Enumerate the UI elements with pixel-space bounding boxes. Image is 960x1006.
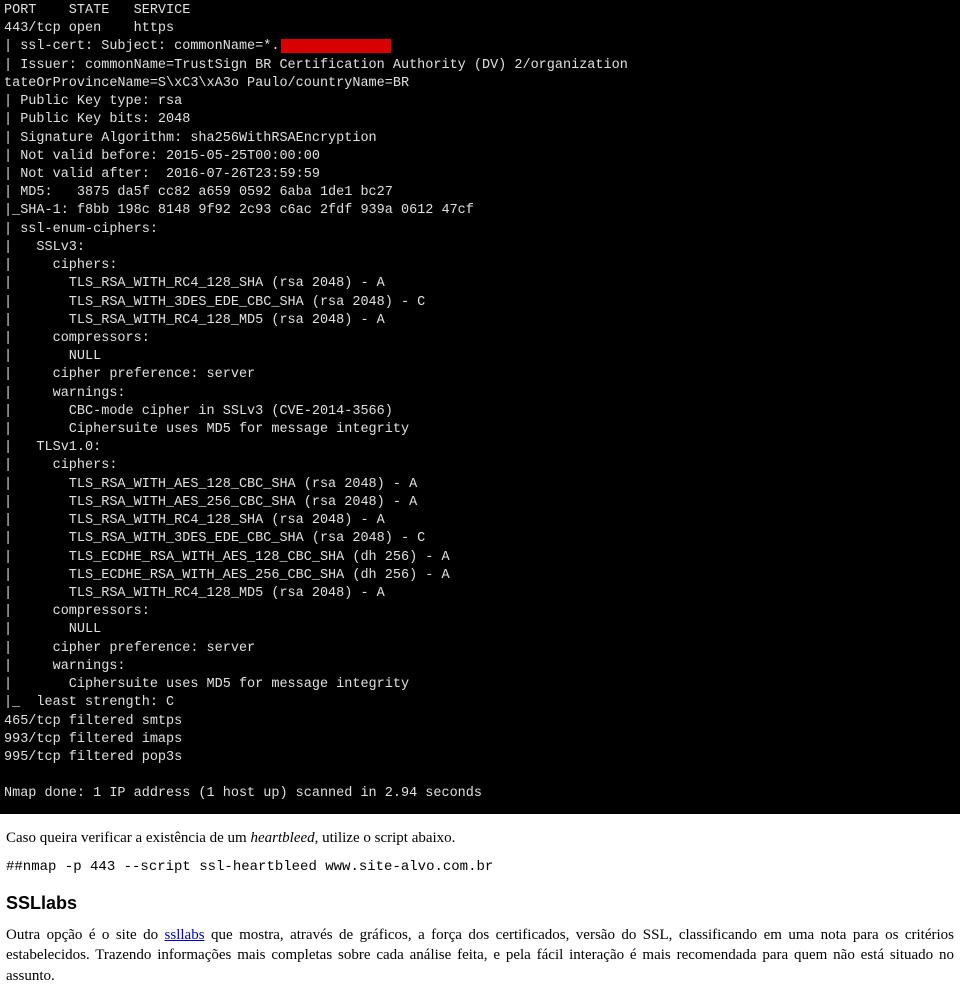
terminal-line: 465/tcp filtered smtps [4,713,956,731]
ssllabs-paragraph: Outra opção é o site do ssllabs que most… [6,925,954,986]
terminal-line: | NULL [4,348,956,366]
terminal-line: | TLS_RSA_WITH_AES_128_CBC_SHA (rsa 2048… [4,476,956,494]
nmap-command: ##nmap -p 443 --script ssl-heartbleed ww… [6,858,954,877]
terminal-line: | cipher preference: server [4,366,956,384]
terminal-line: | Ciphersuite uses MD5 for message integ… [4,676,956,694]
terminal-line: | TLS_ECDHE_RSA_WITH_AES_128_CBC_SHA (dh… [4,549,956,567]
ssllabs-link[interactable]: ssllabs [165,927,205,943]
terminal-line: | ssl-enum-ciphers: [4,221,956,239]
terminal-line: | compressors: [4,603,956,621]
terminal-line [4,767,956,785]
intro-italic: heartbleed, [250,830,318,846]
terminal-line: | ciphers: [4,257,956,275]
terminal-line: | warnings: [4,658,956,676]
terminal-line: | compressors: [4,330,956,348]
terminal-line: Nmap done: 1 IP address (1 host up) scan… [4,785,956,803]
terminal-line: | TLS_RSA_WITH_RC4_128_MD5 (rsa 2048) - … [4,585,956,603]
terminal-output: PORT STATE SERVICE443/tcp open https| ss… [0,0,960,814]
terminal-line: | TLSv1.0: [4,439,956,457]
terminal-line: tateOrProvinceName=S\xC3\xA3o Paulo/coun… [4,75,956,93]
terminal-line: | TLS_RSA_WITH_AES_256_CBC_SHA (rsa 2048… [4,494,956,512]
terminal-line: | SSLv3: [4,239,956,257]
terminal-line: | Not valid before: 2015-05-25T00:00:00 [4,148,956,166]
terminal-line: |_ least strength: C [4,694,956,712]
terminal-line: PORT STATE SERVICE [4,2,956,20]
ssllabs-heading: SSLlabs [6,891,954,915]
terminal-line: | TLS_RSA_WITH_RC4_128_SHA (rsa 2048) - … [4,275,956,293]
terminal-line: 995/tcp filtered pop3s [4,749,956,767]
terminal-line: | Issuer: commonName=TrustSign BR Certif… [4,57,956,75]
terminal-line: | Not valid after: 2016-07-26T23:59:59 [4,166,956,184]
terminal-line: 993/tcp filtered imaps [4,731,956,749]
terminal-line: |_SHA-1: f8bb 198c 8148 9f92 2c93 c6ac 2… [4,202,956,220]
terminal-line: | Public Key bits: 2048 [4,111,956,129]
article-body: Caso queira verificar a existência de um… [0,814,960,1006]
terminal-line: | TLS_RSA_WITH_RC4_128_MD5 (rsa 2048) - … [4,312,956,330]
terminal-line: | ssl-cert: Subject: commonName=*. [4,38,956,56]
terminal-line: | NULL [4,621,956,639]
terminal-line: | Public Key type: rsa [4,93,956,111]
terminal-line: 443/tcp open https [4,20,956,38]
terminal-line: | TLS_RSA_WITH_RC4_128_SHA (rsa 2048) - … [4,512,956,530]
terminal-line: | TLS_RSA_WITH_3DES_EDE_CBC_SHA (rsa 204… [4,294,956,312]
terminal-line: | Ciphersuite uses MD5 for message integ… [4,421,956,439]
terminal-line: | MD5: 3875 da5f cc82 a659 0592 6aba 1de… [4,184,956,202]
intro-prefix: Caso queira verificar a existência de um [6,830,250,846]
redacted-block [281,39,391,53]
intro-suffix: utilize o script abaixo. [318,830,455,846]
terminal-line: | TLS_ECDHE_RSA_WITH_AES_256_CBC_SHA (dh… [4,567,956,585]
terminal-line: | TLS_RSA_WITH_3DES_EDE_CBC_SHA (rsa 204… [4,530,956,548]
body-prefix: Outra opção é o site do [6,927,165,943]
terminal-line: | Signature Algorithm: sha256WithRSAEncr… [4,130,956,148]
terminal-line: | CBC-mode cipher in SSLv3 (CVE-2014-356… [4,403,956,421]
intro-paragraph: Caso queira verificar a existência de um… [6,828,954,848]
terminal-line: | cipher preference: server [4,640,956,658]
terminal-line: | ciphers: [4,457,956,475]
terminal-line: | warnings: [4,385,956,403]
